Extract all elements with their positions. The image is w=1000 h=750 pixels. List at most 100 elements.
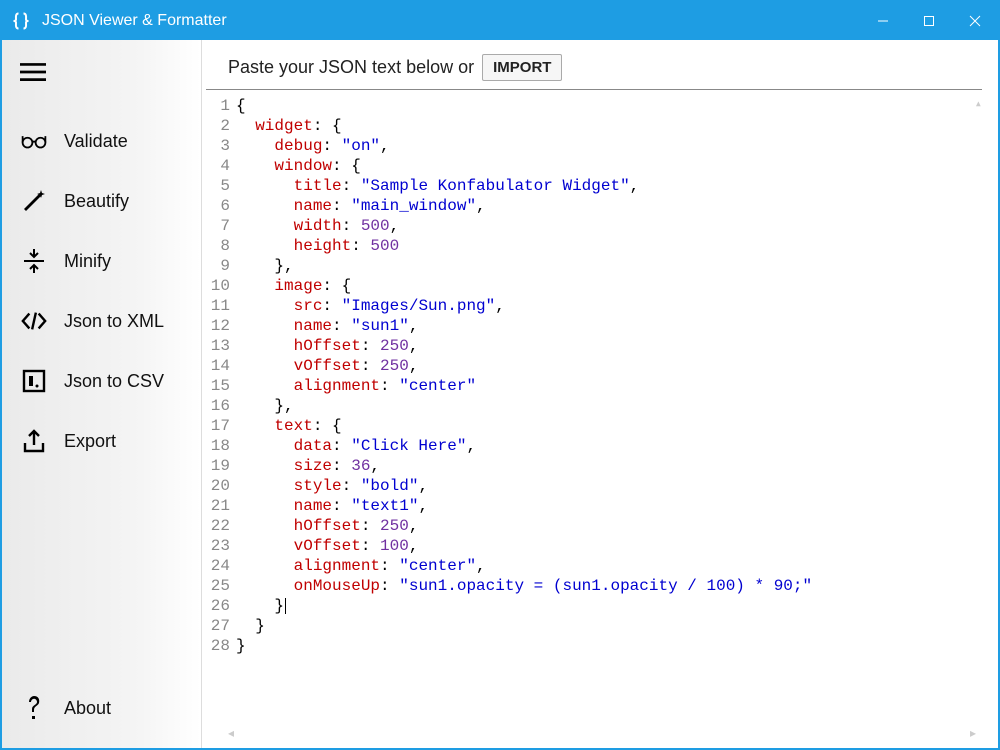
code-line[interactable]: }, [236, 256, 982, 276]
line-number: 7 [206, 216, 230, 236]
code-line[interactable]: alignment: "center", [236, 556, 982, 576]
wand-icon [20, 187, 48, 215]
code-line[interactable]: image: { [236, 276, 982, 296]
line-number: 20 [206, 476, 230, 496]
sidebar-item-label: Json to XML [64, 311, 164, 332]
sidebar-item-label: Validate [64, 131, 128, 152]
sidebar: Validate Beautify Minify [2, 40, 202, 748]
scroll-right-icon[interactable]: ▸ [970, 726, 976, 740]
app-window: JSON Viewer & Formatter [0, 0, 1000, 750]
export-icon [20, 427, 48, 455]
code-line[interactable]: name: "main_window", [236, 196, 982, 216]
line-number: 23 [206, 536, 230, 556]
minimize-button[interactable] [860, 2, 906, 40]
code-line[interactable]: { [236, 96, 982, 116]
line-number: 16 [206, 396, 230, 416]
sidebar-item-json-to-csv[interactable]: Json to CSV [2, 351, 201, 411]
sidebar-item-validate[interactable]: Validate [2, 111, 201, 171]
scroll-up-icon[interactable]: ▴ [975, 96, 982, 111]
line-number: 26 [206, 596, 230, 616]
line-number: 25 [206, 576, 230, 596]
code-line[interactable]: }, [236, 396, 982, 416]
code-line[interactable]: style: "bold", [236, 476, 982, 496]
code-line[interactable]: debug: "on", [236, 136, 982, 156]
scroll-left-icon[interactable]: ◂ [228, 726, 234, 740]
sidebar-item-label: Minify [64, 251, 111, 272]
code-line[interactable]: widget: { [236, 116, 982, 136]
app-body: Validate Beautify Minify [2, 40, 998, 748]
text-cursor [285, 598, 286, 614]
sidebar-item-label: Beautify [64, 191, 129, 212]
line-number: 11 [206, 296, 230, 316]
line-number: 14 [206, 356, 230, 376]
line-number: 15 [206, 376, 230, 396]
line-number: 6 [206, 196, 230, 216]
instructions-row: Paste your JSON text below or IMPORT [206, 54, 982, 90]
code-line[interactable]: title: "Sample Konfabulator Widget", [236, 176, 982, 196]
code-line[interactable]: window: { [236, 156, 982, 176]
sidebar-bottom: About [2, 678, 201, 748]
code-icon [20, 307, 48, 335]
titlebar: JSON Viewer & Formatter [2, 2, 998, 40]
sidebar-item-about[interactable]: About [2, 678, 201, 738]
line-number: 12 [206, 316, 230, 336]
code-line[interactable]: vOffset: 250, [236, 356, 982, 376]
code-content[interactable]: { widget: { debug: "on", window: { title… [236, 96, 982, 724]
code-line[interactable]: vOffset: 100, [236, 536, 982, 556]
code-line[interactable]: } [236, 636, 982, 656]
sidebar-item-label: Json to CSV [64, 371, 164, 392]
code-line[interactable]: data: "Click Here", [236, 436, 982, 456]
compress-icon [20, 247, 48, 275]
sidebar-item-json-to-xml[interactable]: Json to XML [2, 291, 201, 351]
code-line[interactable]: text: { [236, 416, 982, 436]
code-line[interactable]: alignment: "center" [236, 376, 982, 396]
line-number: 4 [206, 156, 230, 176]
sidebar-item-label: Export [64, 431, 116, 452]
line-number: 13 [206, 336, 230, 356]
horizontal-scrollbar[interactable]: ◂ ▸ [206, 724, 982, 742]
question-icon [20, 694, 48, 722]
sidebar-item-minify[interactable]: Minify [2, 231, 201, 291]
code-line[interactable]: } [236, 596, 982, 616]
menu-toggle-button[interactable] [2, 48, 201, 111]
instructions-text: Paste your JSON text below or [228, 57, 474, 78]
sidebar-item-label: About [64, 698, 111, 719]
app-logo-icon [2, 11, 40, 31]
code-line[interactable]: name: "sun1", [236, 316, 982, 336]
line-number: 8 [206, 236, 230, 256]
code-line[interactable]: hOffset: 250, [236, 516, 982, 536]
sidebar-item-export[interactable]: Export [2, 411, 201, 471]
code-line[interactable]: name: "text1", [236, 496, 982, 516]
code-line[interactable]: size: 36, [236, 456, 982, 476]
main-pane: Paste your JSON text below or IMPORT ▴ 1… [202, 40, 998, 748]
line-number: 22 [206, 516, 230, 536]
line-number: 28 [206, 636, 230, 656]
line-number: 19 [206, 456, 230, 476]
window-controls [860, 2, 998, 40]
import-button[interactable]: IMPORT [482, 54, 562, 81]
code-line[interactable]: src: "Images/Sun.png", [236, 296, 982, 316]
maximize-button[interactable] [906, 2, 952, 40]
code-line[interactable]: onMouseUp: "sun1.opacity = (sun1.opacity… [236, 576, 982, 596]
line-number: 9 [206, 256, 230, 276]
line-number: 27 [206, 616, 230, 636]
line-number: 2 [206, 116, 230, 136]
close-button[interactable] [952, 2, 998, 40]
code-editor[interactable]: ▴ 12345678910111213141516171819202122232… [206, 90, 982, 724]
code-line[interactable]: width: 500, [236, 216, 982, 236]
line-number: 3 [206, 136, 230, 156]
csv-icon [20, 367, 48, 395]
code-line[interactable]: } [236, 616, 982, 636]
sidebar-items: Validate Beautify Minify [2, 111, 201, 678]
code-line[interactable]: hOffset: 250, [236, 336, 982, 356]
line-number: 10 [206, 276, 230, 296]
sidebar-item-beautify[interactable]: Beautify [2, 171, 201, 231]
line-number: 24 [206, 556, 230, 576]
code-line[interactable]: height: 500 [236, 236, 982, 256]
window-title: JSON Viewer & Formatter [40, 12, 860, 30]
line-number: 17 [206, 416, 230, 436]
line-number: 5 [206, 176, 230, 196]
line-number: 18 [206, 436, 230, 456]
line-number-gutter: 1234567891011121314151617181920212223242… [206, 96, 236, 724]
line-number: 21 [206, 496, 230, 516]
